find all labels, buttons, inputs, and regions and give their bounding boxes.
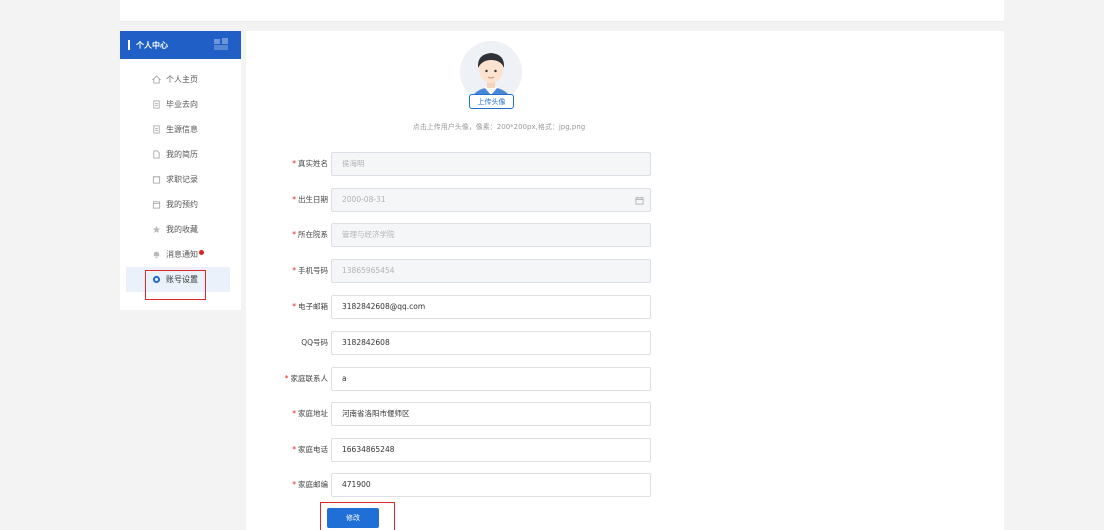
sidebar-item-student-info[interactable]: 生源信息 bbox=[120, 117, 241, 142]
sidebar-item-job-records[interactable]: 求职记录 bbox=[120, 167, 241, 192]
file-icon bbox=[152, 150, 161, 159]
contact-label: * 家庭联系人 bbox=[285, 367, 328, 391]
birth-date-value: 2000-08-31 bbox=[342, 195, 386, 204]
header-accent-bar bbox=[128, 40, 130, 50]
document-icon bbox=[152, 125, 161, 134]
field-label: 电子邮箱 bbox=[298, 302, 328, 311]
form-row-birth: * 出生日期 2000-08-31 bbox=[246, 188, 1004, 212]
sidebar-item-label: 生源信息 bbox=[166, 125, 198, 134]
sidebar-item-label: 我的简历 bbox=[166, 150, 198, 159]
mobile-field: 13865965454 bbox=[331, 259, 651, 283]
decoration-icon bbox=[214, 38, 228, 50]
required-mark: * bbox=[292, 409, 296, 418]
family-contact-field[interactable]: a bbox=[331, 367, 651, 391]
required-mark: * bbox=[292, 195, 296, 204]
required-mark: * bbox=[292, 266, 296, 275]
birth-date-field: 2000-08-31 bbox=[331, 188, 651, 212]
home-phone-label: * 家庭电话 bbox=[292, 438, 328, 462]
name-label: * 真实姓名 bbox=[292, 152, 328, 176]
star-icon bbox=[152, 225, 161, 234]
address-label: * 家庭地址 bbox=[292, 402, 328, 426]
form-row-dept: * 所在院系 管理与经济学院 bbox=[246, 223, 1004, 247]
field-label: 家庭邮编 bbox=[298, 480, 328, 489]
settings-icon bbox=[152, 275, 161, 284]
required-mark: * bbox=[292, 302, 296, 311]
field-label: 真实姓名 bbox=[298, 159, 328, 168]
sidebar-item-label: 我的预约 bbox=[166, 200, 198, 209]
notification-badge bbox=[199, 250, 204, 255]
sidebar-header: 个人中心 bbox=[120, 31, 241, 59]
sidebar-item-label: 消息通知 bbox=[166, 250, 198, 259]
home-address-field[interactable]: 河南省洛阳市偃师区 bbox=[331, 402, 651, 426]
field-label: 手机号码 bbox=[298, 266, 328, 275]
required-mark: * bbox=[292, 230, 296, 239]
required-mark: * bbox=[292, 159, 296, 168]
bell-icon bbox=[152, 250, 161, 259]
form-row-contact: * 家庭联系人 a bbox=[246, 367, 1004, 391]
required-mark: * bbox=[292, 445, 296, 454]
required-mark: * bbox=[292, 480, 296, 489]
email-label: * 电子邮箱 bbox=[292, 295, 328, 319]
sidebar-item-resume[interactable]: 我的简历 bbox=[120, 142, 241, 167]
zip-code-field[interactable]: 471900 bbox=[331, 473, 651, 497]
field-label: 家庭电话 bbox=[298, 445, 328, 454]
qq-label: QQ号码 bbox=[301, 338, 328, 347]
sidebar-item-label: 账号设置 bbox=[166, 275, 198, 284]
sidebar-item-favorites[interactable]: 我的收藏 bbox=[120, 217, 241, 242]
form-row-address: * 家庭地址 河南省洛阳市偃师区 bbox=[246, 402, 1004, 426]
upload-hint-text: 点击上传用户头像，像素：200*200px,格式：jpg,png bbox=[412, 123, 586, 131]
calendar-icon bbox=[635, 196, 644, 205]
field-label: 所在院系 bbox=[298, 230, 328, 239]
email-field[interactable]: 3182842608@qq.com bbox=[331, 295, 651, 319]
form-row-zip: * 家庭邮编 471900 bbox=[246, 473, 1004, 497]
sidebar-item-notifications[interactable]: 消息通知 bbox=[120, 242, 241, 267]
form-row-qq: QQ号码 3182842608 bbox=[246, 331, 1004, 355]
upload-avatar-button[interactable]: 上传头像 bbox=[469, 94, 514, 109]
sidebar-item-label: 个人主页 bbox=[166, 75, 198, 84]
sidebar: 个人中心 个人主页 毕业去向 生源信息 我的简历 求职记录 我的预约 我的收藏 … bbox=[120, 31, 241, 310]
sidebar-item-label: 我的收藏 bbox=[166, 225, 198, 234]
form-row-name: * 真实姓名 侯海明 bbox=[246, 152, 1004, 176]
birth-label: * 出生日期 bbox=[292, 188, 328, 212]
required-mark: * bbox=[284, 374, 289, 383]
form-row-phone: * 手机号码 13865965454 bbox=[246, 259, 1004, 283]
top-header-strip bbox=[120, 0, 1004, 22]
field-label: 家庭地址 bbox=[298, 409, 328, 418]
sidebar-item-appointments[interactable]: 我的预约 bbox=[120, 192, 241, 217]
sidebar-title: 个人中心 bbox=[136, 40, 168, 50]
sidebar-item-label: 毕业去向 bbox=[166, 100, 198, 109]
field-label: 家庭联系人 bbox=[290, 374, 329, 383]
home-icon bbox=[152, 75, 161, 84]
qq-field[interactable]: 3182842608 bbox=[331, 331, 651, 355]
zip-label: * 家庭邮编 bbox=[292, 473, 328, 497]
account-settings-panel: 上传头像 点击上传用户头像，像素：200*200px,格式：jpg,png * 真… bbox=[246, 31, 1004, 530]
sidebar-item-graduation[interactable]: 毕业去向 bbox=[120, 92, 241, 117]
sidebar-item-home[interactable]: 个人主页 bbox=[120, 67, 241, 92]
department-field: 管理与经济学院 bbox=[331, 223, 651, 247]
calendar-icon bbox=[152, 200, 161, 209]
document-icon bbox=[152, 100, 161, 109]
field-label: 出生日期 bbox=[298, 195, 328, 204]
phone-label: * 手机号码 bbox=[292, 259, 328, 283]
sidebar-item-label: 求职记录 bbox=[166, 175, 198, 184]
form-row-email: * 电子邮箱 3182842608@qq.com bbox=[246, 295, 1004, 319]
sidebar-item-account-settings[interactable]: 账号设置 bbox=[126, 267, 230, 292]
real-name-field: 侯海明 bbox=[331, 152, 651, 176]
dept-label: * 所在院系 bbox=[292, 223, 328, 247]
record-icon bbox=[152, 175, 161, 184]
sidebar-menu: 个人主页 毕业去向 生源信息 我的简历 求职记录 我的预约 我的收藏 消息通知 … bbox=[120, 59, 241, 292]
home-phone-field[interactable]: 16634865248 bbox=[331, 438, 651, 462]
form-row-home-phone: * 家庭电话 16634865248 bbox=[246, 438, 1004, 462]
submit-button[interactable]: 修改 bbox=[327, 508, 379, 528]
